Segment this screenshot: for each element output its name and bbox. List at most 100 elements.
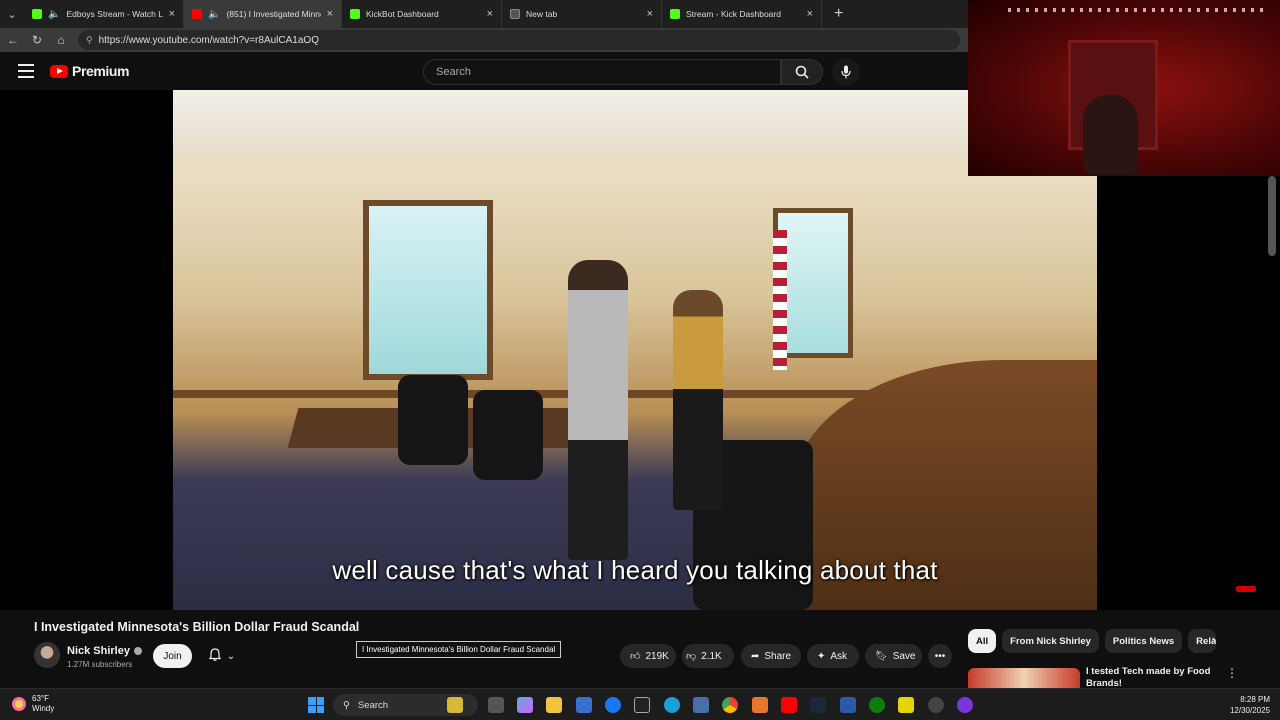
xbox-icon[interactable] [869,697,885,713]
address-bar-row: ← ↻ ⌂ ⚲ https://www.youtube.com/watch?v=… [0,28,968,52]
copilot-icon[interactable] [517,697,533,713]
calculator-icon[interactable] [693,697,709,713]
tab-title: KickBot Dashboard [366,9,439,19]
join-button[interactable]: Join [153,644,192,668]
reload-icon[interactable]: ↻ [30,33,44,47]
close-tab-icon[interactable]: × [487,8,493,20]
home-icon[interactable]: ⌂ [54,33,68,47]
video-caption: well cause that's what I heard you talki… [332,555,938,585]
close-tab-icon[interactable]: × [647,8,653,20]
subscribe-badge-icon [1236,586,1256,592]
channel-avatar[interactable] [34,642,60,668]
clock-time: 8:28 PM [1240,695,1270,704]
chip-from-channel[interactable]: From Nick Shirley [1002,629,1099,653]
taskbar-search-label: Search [357,699,389,711]
share-label: Share [764,650,792,662]
dislike-count: 2.1K [701,650,722,662]
video-scene-window [363,200,493,380]
task-view-icon[interactable] [488,697,504,713]
weather-widget[interactable]: 63°F Windy [12,694,54,714]
tab-title: New tab [526,9,558,19]
steam-icon[interactable] [810,697,826,713]
webcam-overlay [968,0,1280,176]
system-clock[interactable]: 8:28 PM 12/30/2025 [1222,694,1270,716]
weather-text: 63°F Windy [32,694,54,714]
search-icon [795,65,809,79]
weather-icon [12,697,26,711]
channel-name[interactable]: Nick Shirley [67,645,130,657]
browser-tab-youtube[interactable]: 🔈 (851) I Investigated Minnesota × [184,0,342,28]
close-tab-icon[interactable]: × [807,8,813,20]
recommended-video-title[interactable]: I tested Tech made by Food Brands! [1086,666,1216,686]
clock-date: 12/30/2025 [1229,706,1270,715]
close-tab-icon[interactable]: × [169,8,175,20]
close-tab-icon[interactable]: × [327,8,333,20]
led-lights [1008,8,1268,12]
chip-politics-news[interactable]: Politics News [1104,629,1183,653]
facebook-icon[interactable] [605,697,621,713]
channel-name-row[interactable]: Nick Shirley [67,645,142,657]
video-frame[interactable]: well cause that's what I heard you talki… [173,90,1097,610]
speaker-icon: 🔈 [208,8,221,20]
recommended-video-thumbnail[interactable] [968,668,1080,688]
new-tab-plus-icon[interactable]: + [822,5,855,23]
ask-label: Ask [830,650,848,662]
chevron-down-icon: ⌄ [226,650,236,662]
save-button[interactable]: 🔖︎ Save [865,644,922,668]
app-icon[interactable] [840,697,856,713]
youtube-favicon-icon [192,9,202,19]
video-info-section: I Investigated Minnesota's Billion Dolla… [0,610,1280,688]
youtube-premium-logo[interactable]: Premium [50,63,130,79]
file-explorer-icon[interactable] [546,697,562,713]
sticky-notes-icon[interactable] [898,697,914,713]
browser-tab-kick-stream[interactable]: Stream - Kick Dashboard × [662,0,822,28]
more-vertical-icon[interactable]: ⋮ [1226,666,1238,680]
youtube-play-logo-icon [50,64,68,78]
dislike-button[interactable]: 👎︎ 2.1K [682,644,734,668]
url-text: https://www.youtube.com/watch?v=r8AulCA1… [98,34,319,46]
like-button[interactable]: 👍︎ 219K [620,644,676,668]
settings-gear-icon[interactable] [928,697,944,713]
more-horizontal-icon: ••• [934,650,946,662]
back-arrow-icon[interactable]: ← [6,33,20,47]
browser-tab-edboys[interactable]: 🔈 Edboys Stream - Watch Live o × [24,0,184,28]
vlc-icon[interactable] [752,697,768,713]
like-count: 219K [645,650,669,662]
search-input[interactable]: Search [423,59,781,85]
tab-search-chevron-icon[interactable]: ⌄ [0,0,24,28]
share-button[interactable]: ➦ Share [741,644,801,668]
microphone-icon [841,65,851,79]
notifications-button[interactable]: ⌄ [199,644,245,668]
temperature: 63°F [32,694,49,703]
browser-tab-kickbot[interactable]: KickBot Dashboard × [342,0,502,28]
url-input[interactable]: ⚲ https://www.youtube.com/watch?v=r8AulC… [78,30,960,50]
youtube-icon[interactable] [781,697,797,713]
chrome-icon[interactable] [722,697,738,713]
widgets-icon[interactable] [447,697,463,713]
page-icon [510,9,520,19]
chevron-right-icon[interactable]: › [1212,634,1216,646]
search-button[interactable] [781,59,823,85]
save-label: Save [892,650,916,662]
hamburger-menu-icon[interactable] [18,64,34,78]
browser-tab-newtab[interactable]: New tab × [502,0,662,28]
share-arrow-icon: ➦ [751,650,760,662]
video-scene-chair [398,375,468,465]
kick-favicon-icon [670,9,680,19]
store-icon[interactable] [576,697,592,713]
video-scene-person [673,290,723,510]
voice-search-button[interactable] [832,58,860,86]
obs-icon[interactable] [957,697,973,713]
search-icon: ⚲ [343,699,350,711]
bookmark-icon: 🔖︎ [875,650,888,662]
windows-start-icon[interactable] [308,697,324,713]
more-actions-button[interactable]: ••• [928,644,952,668]
chip-all[interactable]: All [968,629,997,653]
weather-condition: Windy [32,704,55,713]
scrollbar-thumb[interactable] [1268,176,1276,256]
site-info-icon[interactable]: ⚲ [86,35,93,46]
tab-title: (851) I Investigated Minnesota [226,9,321,19]
amazon-icon[interactable] [634,697,650,713]
ask-button[interactable]: ✦ Ask [807,644,859,668]
edge-icon[interactable] [664,697,680,713]
